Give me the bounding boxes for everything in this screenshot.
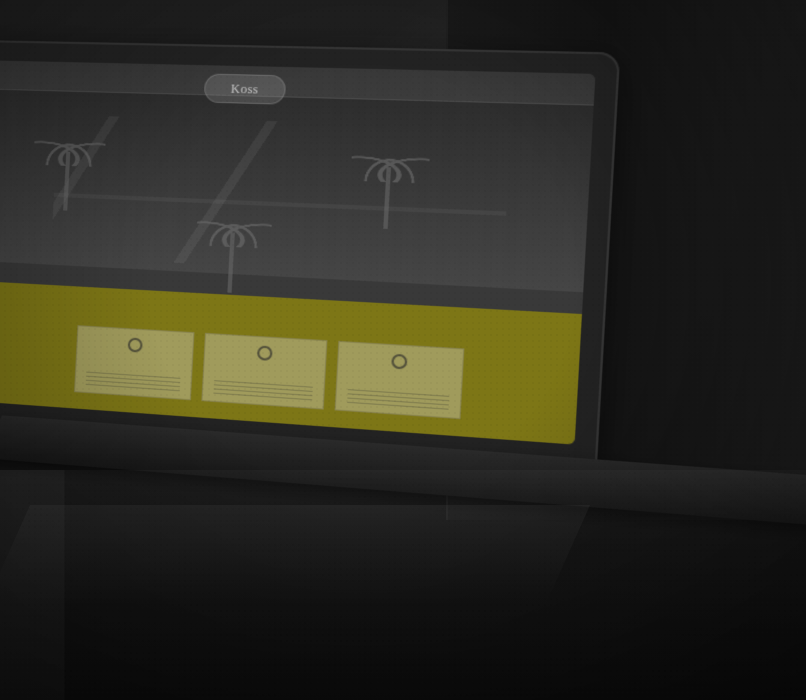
feature-card [334,341,464,419]
website-nav-bar [0,60,596,105]
feature-card-body-lines [347,389,450,411]
surface-reflection [0,470,806,700]
feature-card-title [87,357,181,363]
yellow-info-band [0,281,582,445]
circle-icon [127,337,142,352]
band-title [0,293,581,327]
feature-card-title [215,366,313,372]
website-hero: Koss [0,60,596,292]
feature-card-title [348,374,450,381]
feature-card [74,325,195,400]
feature-card-body-lines [86,372,181,393]
palm-tree-illustration [347,145,430,244]
circle-icon [391,354,407,370]
feature-card-body-lines [214,380,313,401]
laptop-scene: Koss [0,0,806,700]
laptop-lid: Koss [0,40,620,468]
circle-icon [257,345,273,361]
feature-cards [74,325,464,419]
feature-card [202,333,327,410]
palm-tree-illustration [30,130,106,224]
website-logo: Koss [204,73,287,104]
laptop-screen: Koss [0,60,596,444]
